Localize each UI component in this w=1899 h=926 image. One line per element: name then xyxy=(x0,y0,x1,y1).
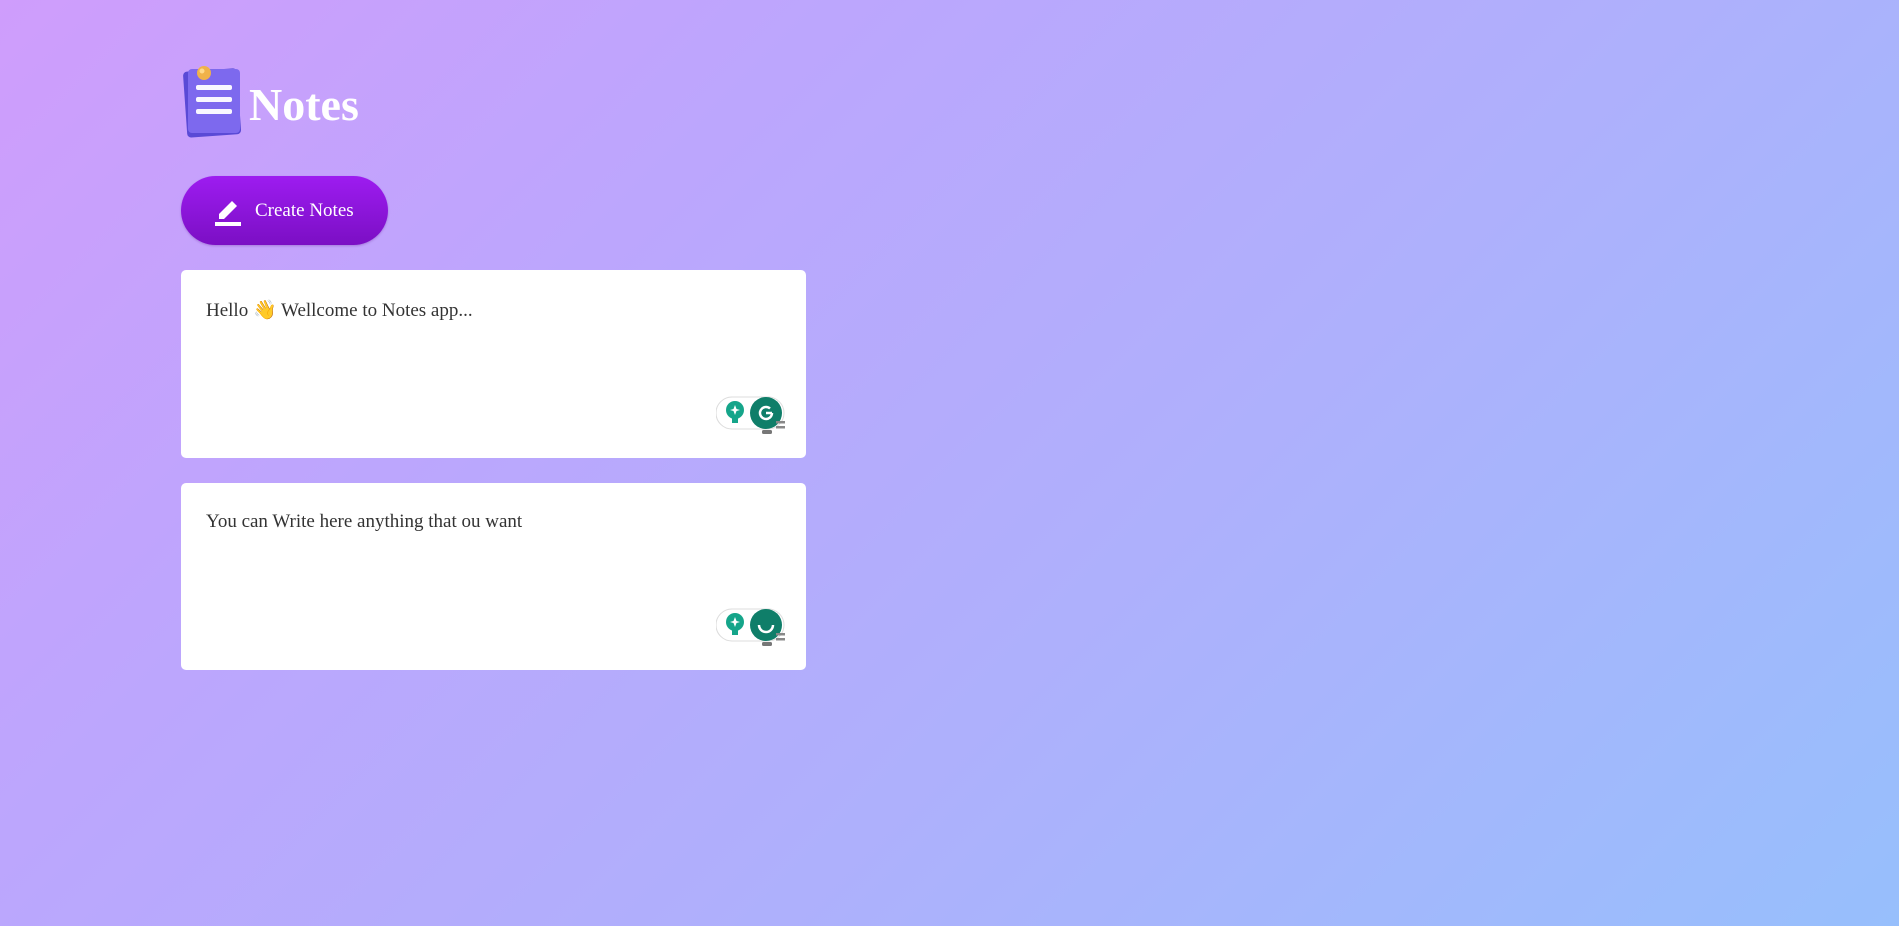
grammarly-widget-icon[interactable] xyxy=(715,607,788,651)
create-notes-label: Create Notes xyxy=(255,199,354,221)
note-text: Hello 👋 Wellcome to Notes app... xyxy=(206,300,473,321)
app-container: Notes Create Notes Hello 👋 Wellcome to N… xyxy=(181,62,806,670)
note-text: You can Write here anything that ou want xyxy=(206,511,523,532)
notes-logo-icon xyxy=(181,62,249,142)
note-editor[interactable]: Hello 👋 Wellcome to Notes app... xyxy=(181,270,806,458)
pencil-icon xyxy=(211,194,245,228)
grammarly-widget-icon[interactable] xyxy=(715,395,788,439)
create-notes-button[interactable]: Create Notes xyxy=(181,176,388,245)
app-header: Notes xyxy=(181,62,806,142)
note-editor[interactable]: You can Write here anything that ou want xyxy=(181,483,806,670)
app-title: Notes xyxy=(249,78,359,130)
